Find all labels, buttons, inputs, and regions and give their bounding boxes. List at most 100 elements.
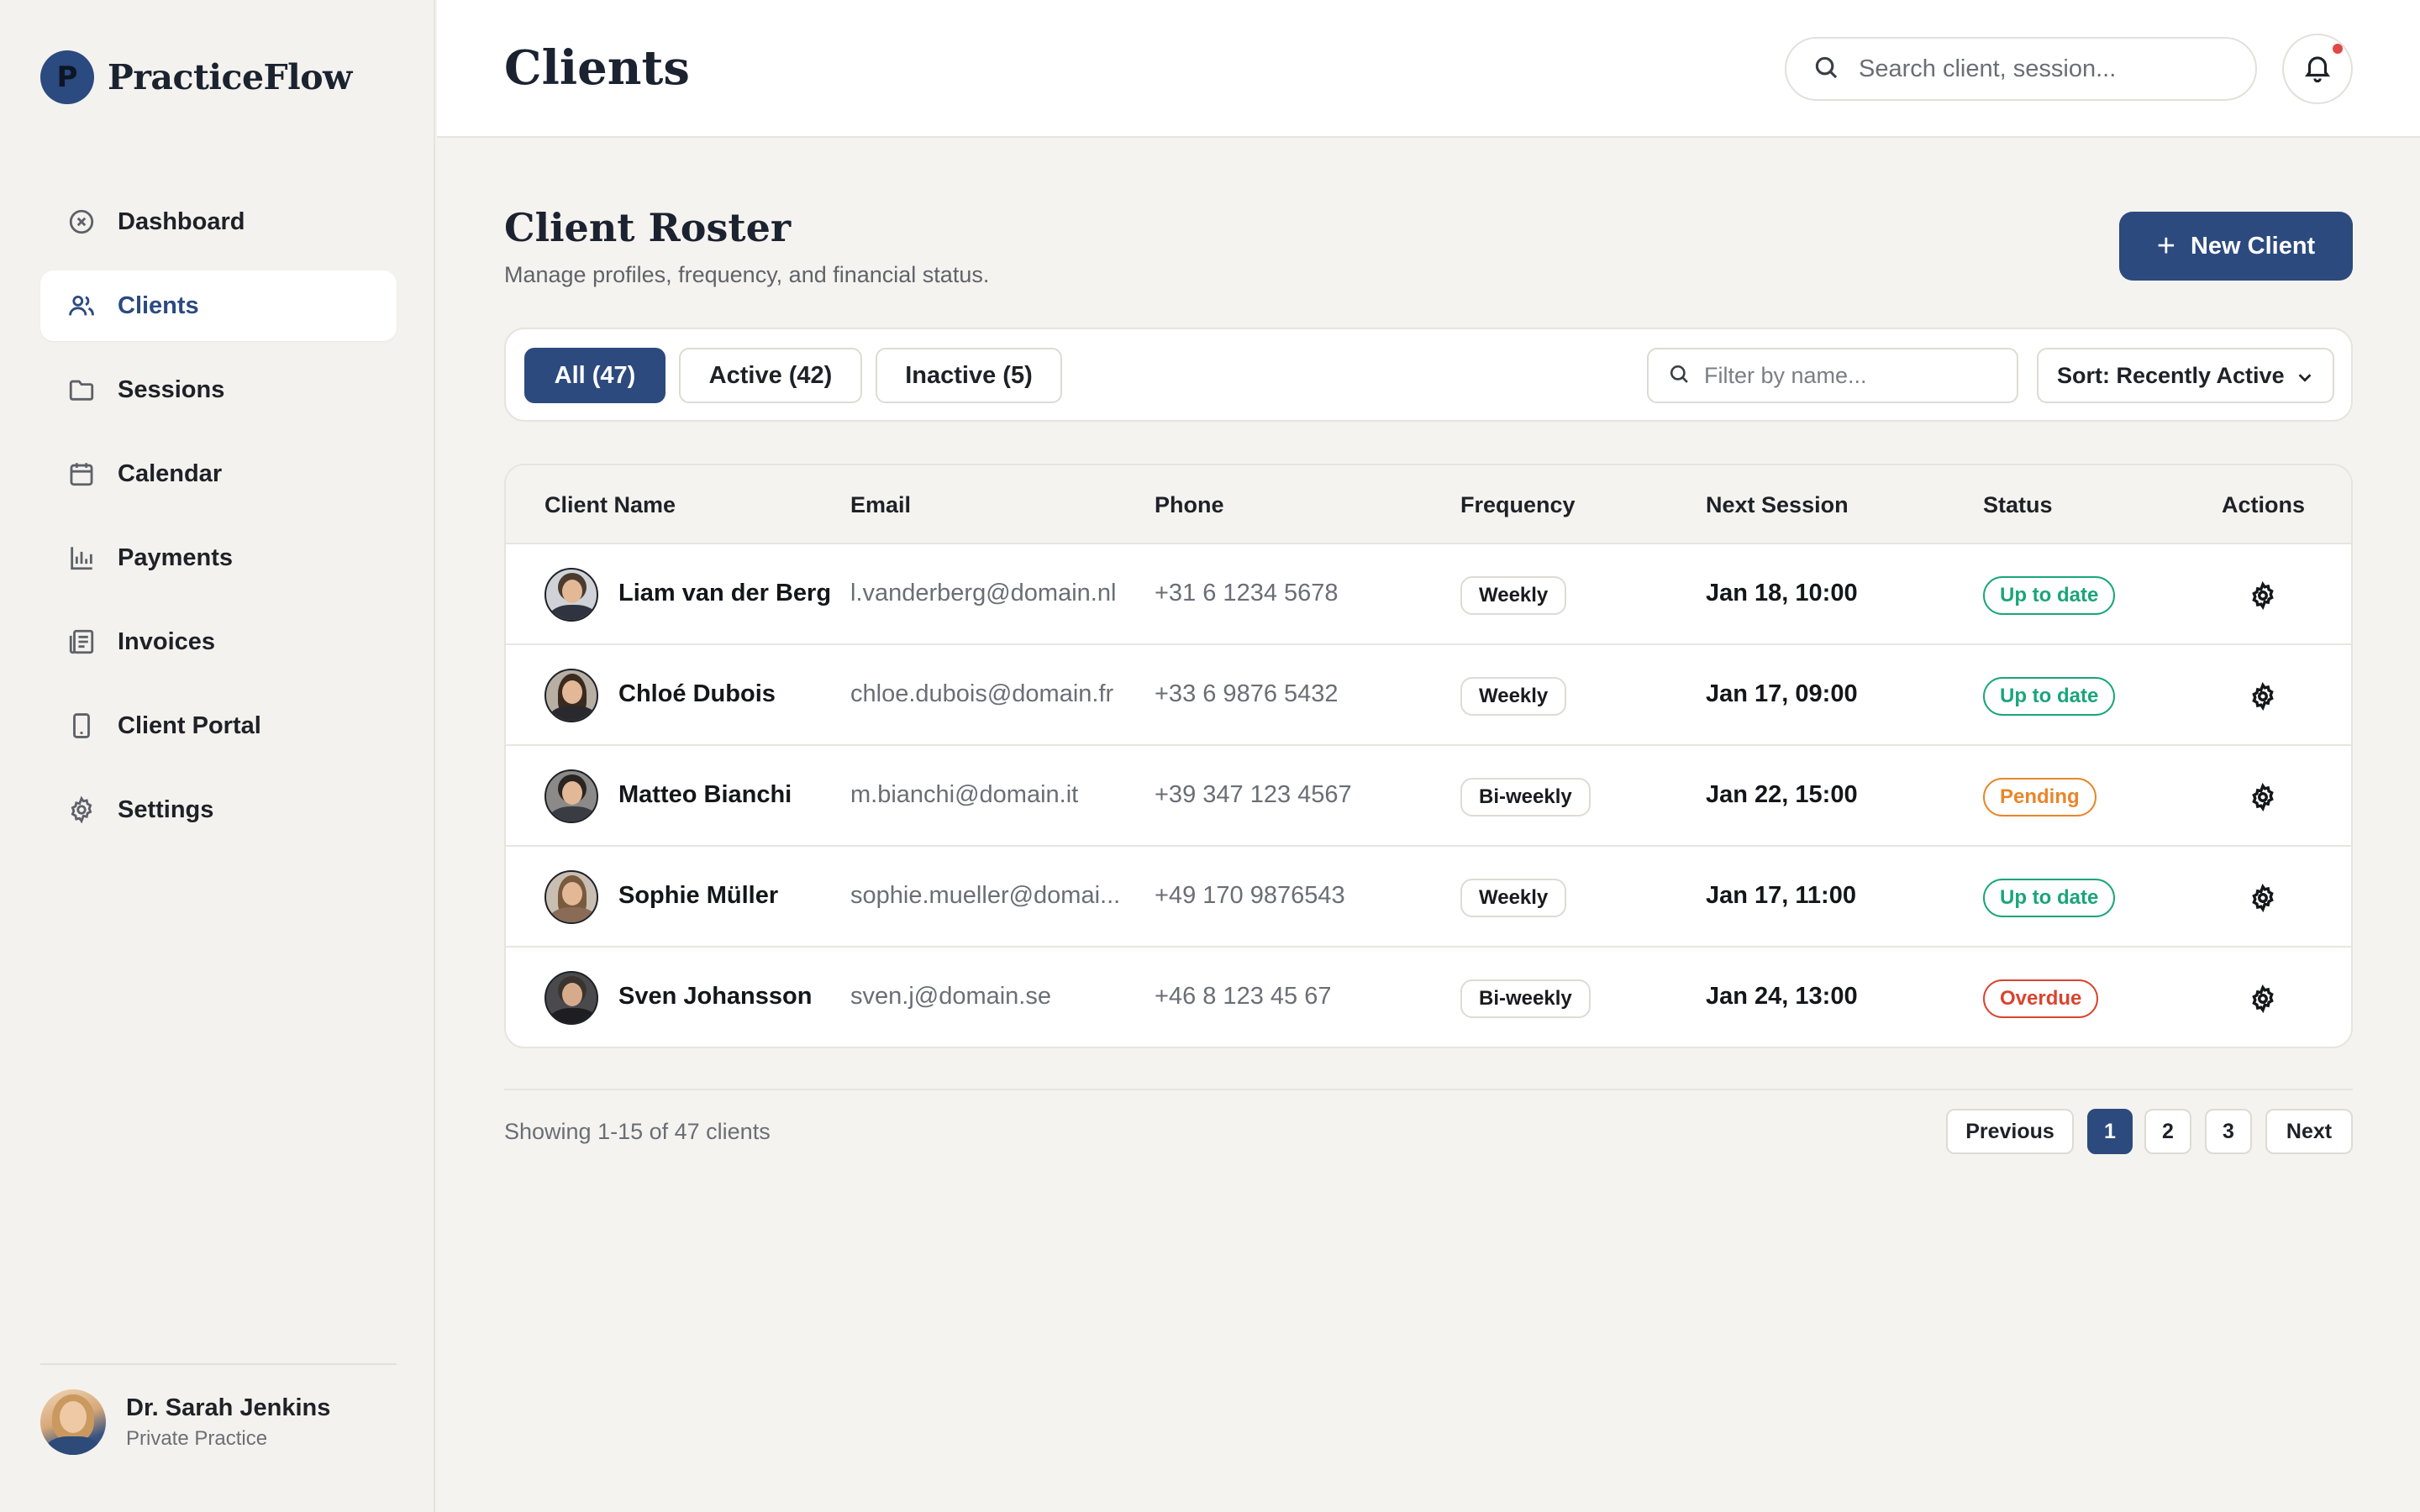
bell-icon: [2302, 51, 2333, 87]
footer-divider: [504, 1089, 2353, 1090]
avatar: [544, 870, 598, 924]
sidebar-item-label: Invoices: [118, 627, 216, 655]
gear-icon[interactable]: [2249, 783, 2277, 811]
table-header: Client Name Email Phone Frequency Next S…: [506, 465, 2351, 544]
plus-icon: +: [2156, 228, 2175, 264]
next-session: Jan 17, 11:00: [1706, 882, 1856, 909]
sidebar-nav: Dashboard Clients Sessions Calendar Paym…: [40, 186, 397, 858]
client-phone: +46 8 123 45 67: [1155, 983, 1332, 1010]
table-row[interactable]: Sophie Müller sophie.mueller@domai... +4…: [506, 847, 2351, 948]
column-header[interactable]: Client Name: [544, 492, 676, 518]
gear-icon[interactable]: [2249, 884, 2277, 912]
sidebar-item-sessions[interactable]: Sessions: [40, 354, 397, 425]
page-button[interactable]: 3: [2205, 1109, 2252, 1154]
table-row[interactable]: Matteo Bianchi m.bianchi@domain.it +39 3…: [506, 746, 2351, 847]
table-row[interactable]: Liam van der Berg l.vanderberg@domain.nl…: [506, 544, 2351, 645]
tab-all[interactable]: All (47): [524, 348, 666, 403]
client-table: Client Name Email Phone Frequency Next S…: [504, 464, 2353, 1048]
table-row[interactable]: Chloé Dubois chloe.dubois@domain.fr +33 …: [506, 645, 2351, 746]
sidebar-item-label: Sessions: [118, 375, 225, 403]
tab-inactive[interactable]: Inactive (5): [876, 348, 1062, 403]
chevron-down-icon: [2298, 374, 2312, 382]
sidebar-item-payments[interactable]: Payments: [40, 522, 397, 593]
frequency-badge: Bi-weekly: [1460, 979, 1591, 1018]
new-client-button[interactable]: + New Client: [2119, 212, 2353, 281]
page-button[interactable]: 1: [2087, 1109, 2133, 1154]
brand-logo: P: [40, 50, 94, 104]
avatar: [40, 1389, 106, 1455]
filter-input[interactable]: [1704, 362, 2007, 389]
profile-divider: [40, 1363, 397, 1365]
column-header[interactable]: Status: [1983, 492, 2053, 518]
client-name[interactable]: Matteo Bianchi: [618, 781, 792, 809]
sidebar-item-settings[interactable]: Settings: [40, 774, 397, 845]
client-phone: +49 170 9876543: [1155, 882, 1345, 909]
sidebar-item-client-portal[interactable]: Client Portal: [40, 690, 397, 761]
profile-name: Dr. Sarah Jenkins: [126, 1394, 331, 1421]
avatar: [544, 669, 598, 722]
column-header: Actions: [2222, 492, 2306, 517]
page-button[interactable]: 2: [2144, 1109, 2191, 1154]
column-header[interactable]: Email: [850, 492, 911, 518]
invoice-icon: [66, 626, 97, 658]
search-icon: [1812, 53, 1840, 86]
sidebar-item-label: Settings: [118, 795, 214, 823]
search-input[interactable]: [1859, 55, 2212, 83]
global-search[interactable]: [1785, 37, 2257, 101]
gear-icon[interactable]: [2249, 581, 2277, 610]
frequency-badge: Weekly: [1460, 576, 1567, 615]
phone-icon: [66, 710, 97, 742]
section-subtitle: Manage profiles, frequency, and financia…: [504, 262, 990, 287]
tab-active[interactable]: Active (42): [679, 348, 862, 403]
status-badge: Up to date: [1983, 677, 2116, 716]
column-header[interactable]: Phone: [1155, 492, 1224, 518]
sidebar-item-clients[interactable]: Clients: [40, 270, 397, 341]
status-badge: Pending: [1983, 778, 2096, 816]
circle-x-icon: [66, 206, 97, 238]
avatar: [544, 769, 598, 823]
top-bar: Clients: [437, 0, 2420, 138]
notification-dot: [2333, 44, 2343, 54]
sidebar-item-dashboard[interactable]: Dashboard: [40, 186, 397, 257]
column-header[interactable]: Next Session: [1706, 492, 1849, 518]
gear-icon[interactable]: [2249, 984, 2277, 1013]
client-email: l.vanderberg@domain.nl: [850, 580, 1117, 606]
new-client-label: New Client: [2190, 232, 2316, 260]
sidebar-item-label: Payments: [118, 543, 234, 571]
client-name[interactable]: Sophie Müller: [618, 882, 778, 910]
sidebar-item-calendar[interactable]: Calendar: [40, 438, 397, 509]
client-email: chloe.dubois@domain.fr: [850, 680, 1114, 707]
profile-role: Private Practice: [126, 1426, 268, 1450]
column-header[interactable]: Frequency: [1460, 492, 1576, 518]
status-badge: Up to date: [1983, 879, 2116, 917]
avatar: [544, 971, 598, 1025]
previous-page-button[interactable]: Previous: [1946, 1109, 2074, 1154]
client-phone: +33 6 9876 5432: [1155, 680, 1339, 707]
next-session: Jan 18, 10:00: [1706, 580, 1858, 606]
table-row[interactable]: Sven Johansson sven.j@domain.se +46 8 12…: [506, 948, 2351, 1047]
section-title: Client Roster: [504, 205, 792, 250]
frequency-badge: Bi-weekly: [1460, 778, 1591, 816]
name-filter[interactable]: [1647, 348, 2018, 403]
search-icon: [1667, 362, 1691, 390]
client-name[interactable]: Chloé Dubois: [618, 680, 776, 708]
gear-icon[interactable]: [2249, 682, 2277, 711]
user-profile[interactable]: Dr. Sarah Jenkins Private Practice: [40, 1389, 330, 1455]
next-page-button[interactable]: Next: [2265, 1109, 2353, 1154]
avatar: [544, 568, 598, 622]
status-badge: Up to date: [1983, 576, 2116, 615]
client-email: m.bianchi@domain.it: [850, 781, 1079, 808]
notifications-button[interactable]: [2282, 34, 2353, 104]
gear-icon: [66, 794, 97, 826]
users-icon: [66, 290, 97, 322]
folder-icon: [66, 374, 97, 406]
client-email: sven.j@domain.se: [850, 983, 1051, 1010]
brand[interactable]: P PracticeFlow: [40, 50, 352, 104]
frequency-badge: Weekly: [1460, 677, 1567, 716]
client-name[interactable]: Sven Johansson: [618, 983, 812, 1011]
calendar-icon: [66, 458, 97, 490]
client-name[interactable]: Liam van der Berg: [618, 580, 831, 607]
sort-dropdown[interactable]: Sort: Recently Active: [2037, 348, 2334, 403]
sidebar: P PracticeFlow Dashboard Clients Session…: [0, 0, 435, 1512]
sidebar-item-invoices[interactable]: Invoices: [40, 606, 397, 677]
